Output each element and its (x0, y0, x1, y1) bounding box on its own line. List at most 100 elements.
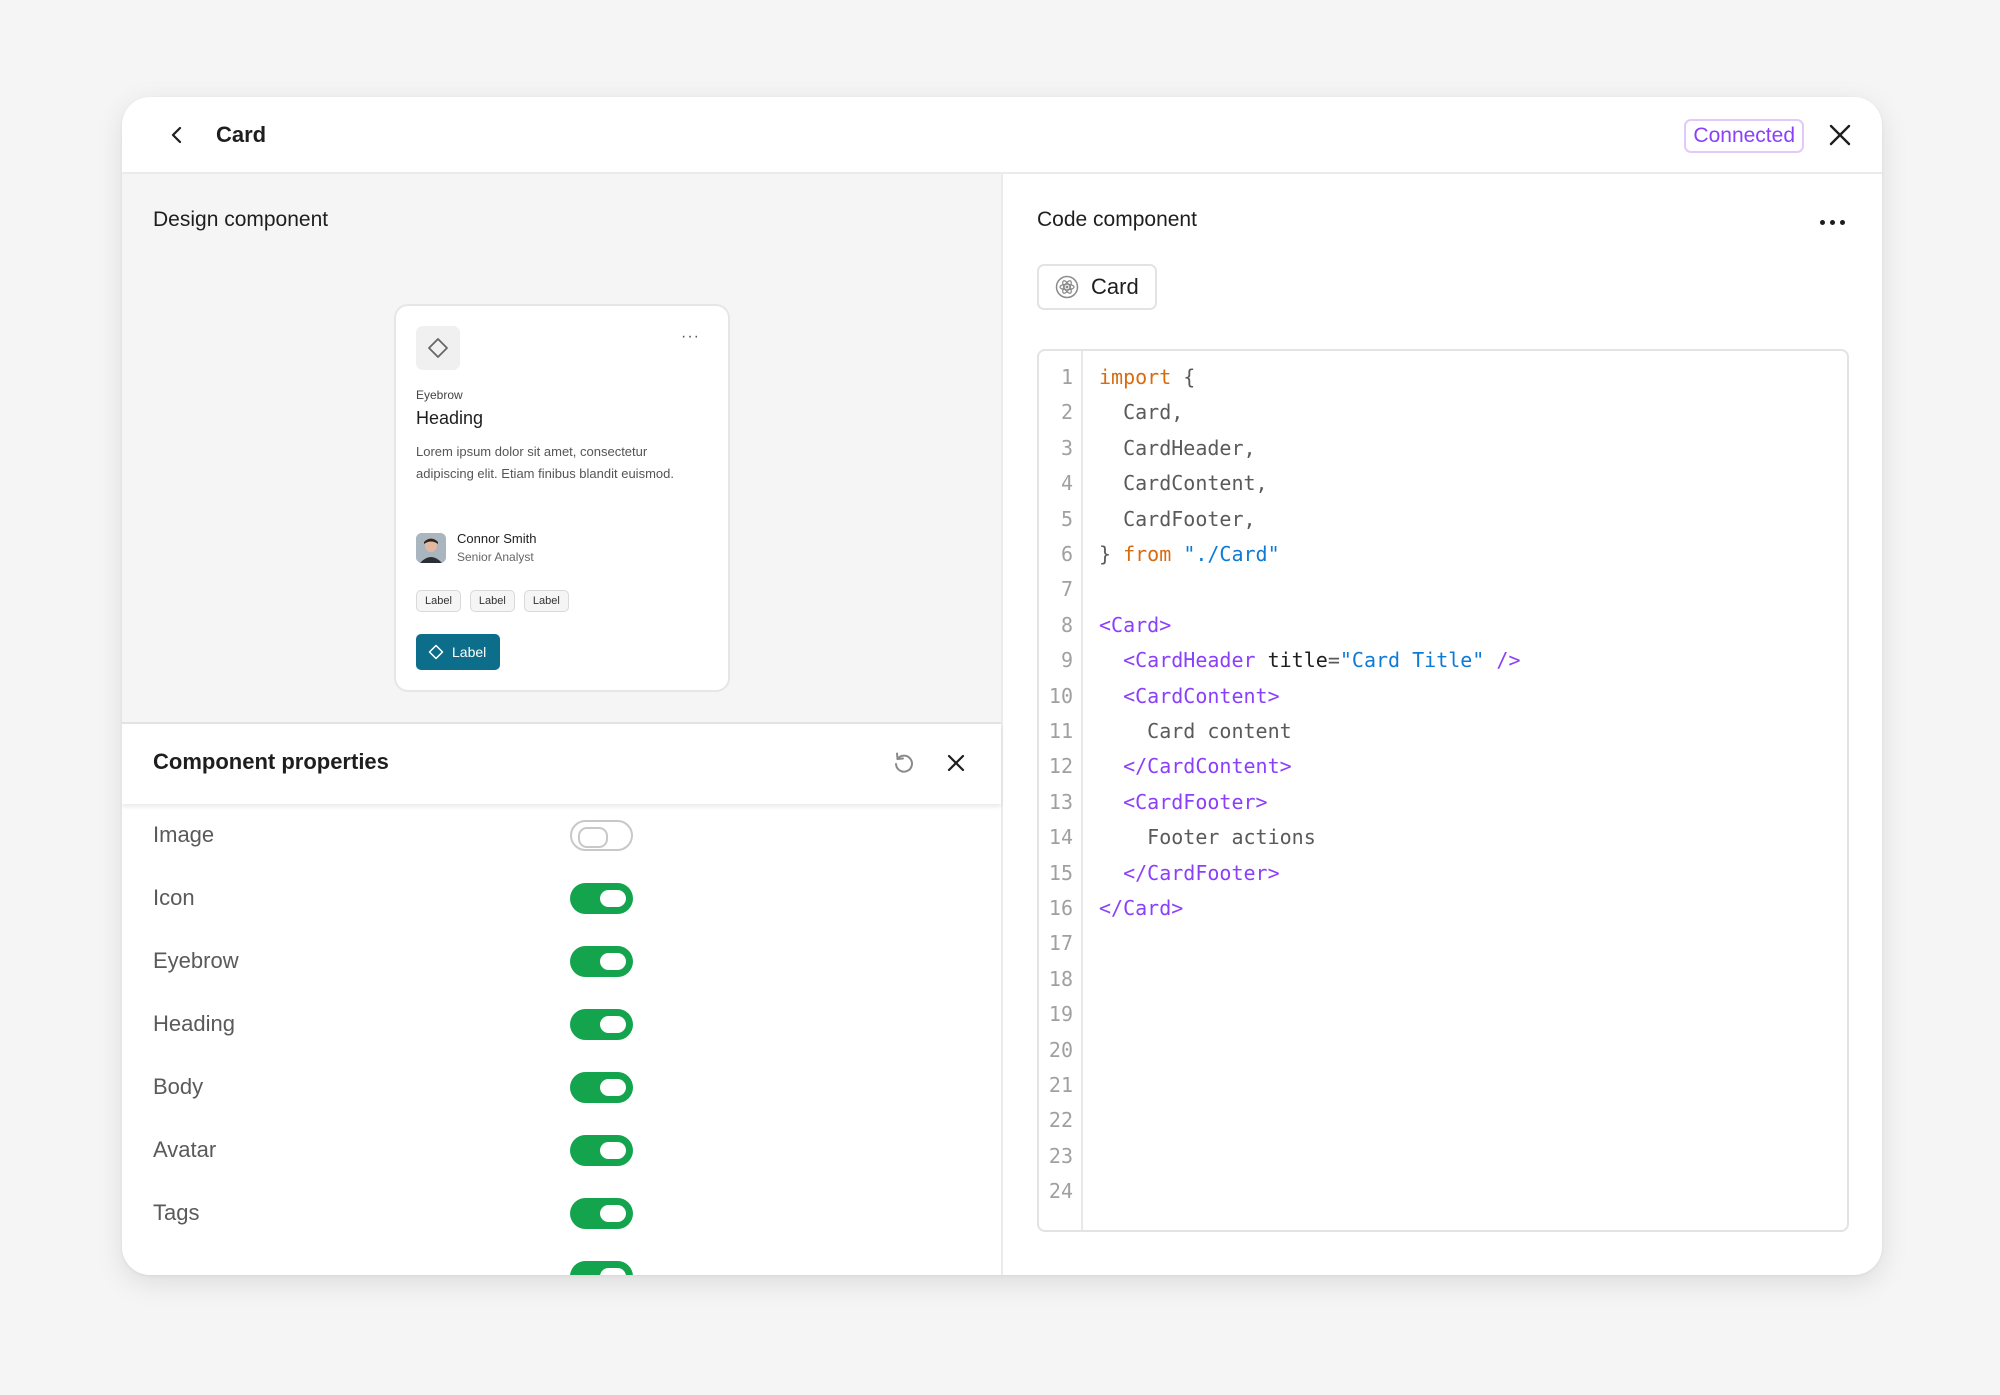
code-line: 20 (1039, 1033, 1847, 1068)
line-number: 24 (1048, 1179, 1073, 1204)
line-number: 15 (1048, 860, 1073, 885)
card-body: Lorem ipsum dolor sit amet, consectetur … (416, 444, 674, 481)
code-line: 14 Footer actions (1039, 820, 1847, 855)
line-number: 18 (1048, 966, 1073, 991)
more-options-button[interactable] (1812, 210, 1852, 234)
reset-properties-button[interactable] (889, 748, 919, 778)
card-tag: Label (416, 590, 461, 612)
code-token: Card, (1099, 400, 1184, 425)
code-text: Footer actions (1099, 820, 1316, 855)
line-number: 19 (1048, 1002, 1073, 1027)
icon-toggle[interactable] (570, 883, 633, 914)
close-window-button[interactable] (1822, 117, 1858, 153)
line-number: 3 (1060, 435, 1073, 460)
line-number: 16 (1048, 896, 1073, 920)
code-component-chip[interactable]: Card (1037, 264, 1157, 310)
code-line: 8 <Card> (1039, 608, 1847, 643)
card-primary-button[interactable]: Label (416, 634, 501, 670)
code-line: 10 <CardContent> (1039, 679, 1847, 714)
property-row-image: Image (122, 806, 1001, 869)
code-text: </Card> (1099, 891, 1183, 926)
line-number: 1 (1060, 365, 1073, 389)
toggle-knob (600, 1016, 626, 1033)
code-line: 19 (1039, 997, 1847, 1032)
code-text: <Card> (1099, 608, 1171, 643)
card-preview[interactable]: ··· Eyebrow Heading Lorem ipsum dolor si… (394, 304, 730, 692)
code-line: 1 import { (1039, 360, 1847, 395)
avatar-portrait-icon (416, 533, 446, 563)
code-editor[interactable]: 1 import {2 Card, 3 CardHeader, 4 CardConte… (1037, 349, 1849, 1232)
heading-toggle[interactable] (570, 1009, 633, 1040)
code-line: 23 (1039, 1139, 1847, 1174)
code-text: <CardFooter> (1099, 785, 1268, 820)
toggle-knob (600, 890, 626, 907)
card-tags: Label Label Label (416, 590, 569, 612)
code-line: 2 Card, (1039, 395, 1847, 430)
line-number: 22 (1048, 1108, 1073, 1133)
code-line: 18 (1039, 962, 1847, 997)
card-author-role: Senior Analyst (457, 550, 534, 564)
tags-toggle[interactable] (570, 1198, 633, 1229)
line-number: 4 (1060, 471, 1073, 496)
property-label: Eyebrow (153, 948, 239, 973)
status-badge: Connected (1684, 119, 1804, 153)
line-number: 11 (1048, 719, 1073, 743)
react-icon (1055, 275, 1079, 299)
code-token: import (1099, 365, 1172, 389)
body-toggle[interactable] (570, 1072, 633, 1103)
code-token: <CardHeader (1123, 648, 1256, 673)
line-number: 7 (1060, 577, 1073, 602)
code-token: </CardFooter> (1123, 860, 1280, 885)
code-line: 24 (1039, 1174, 1847, 1209)
properties-list[interactable]: Image Icon Eyebrow Heading Body Avatar T… (122, 806, 1001, 1275)
code-token: Footer actions (1099, 825, 1316, 850)
close-icon (947, 754, 965, 772)
code-line: 4 CardContent, (1039, 466, 1847, 501)
diamond-icon (428, 644, 444, 660)
card-more-icon[interactable]: ··· (681, 328, 700, 346)
line-number: 10 (1048, 683, 1073, 708)
toggle-knob (600, 1142, 626, 1159)
code-token: </CardContent> (1123, 754, 1292, 779)
close-icon (1829, 124, 1851, 146)
dot (1829, 219, 1835, 225)
code-text: CardContent, (1099, 466, 1268, 501)
eyebrow-toggle[interactable] (570, 946, 633, 977)
code-line: 11 Card content (1039, 714, 1847, 749)
code-token: CardContent, (1099, 471, 1268, 496)
code-pane: Code component Card 1 import {2 Card, 3 Ca… (1003, 174, 1882, 1275)
dot (1819, 219, 1825, 225)
partial-toggle[interactable] (570, 1261, 633, 1275)
design-pane: Design component ··· Eyebrow Heading Lor… (122, 174, 1003, 1275)
code-line: 21 (1039, 1068, 1847, 1103)
card-primary-button-label: Label (452, 644, 487, 660)
property-label: Tags (153, 1200, 200, 1225)
property-row-partial (122, 1247, 1001, 1275)
line-number: 17 (1048, 931, 1073, 956)
code-text: } from "./Card" (1099, 537, 1280, 572)
code-line: 22 (1039, 1103, 1847, 1138)
property-label: Icon (153, 885, 195, 910)
toggle-knob (600, 1079, 626, 1096)
card-heading: Heading (416, 408, 484, 428)
image-toggle[interactable] (570, 820, 633, 851)
property-label: Image (153, 822, 215, 847)
design-preview-area: Design component ··· Eyebrow Heading Lor… (122, 174, 1001, 724)
avatar-toggle[interactable] (570, 1135, 633, 1166)
code-line: 7 (1039, 572, 1847, 607)
close-properties-button[interactable] (941, 748, 971, 778)
code-text: </CardFooter> (1099, 856, 1280, 891)
code-token: <CardContent> (1123, 683, 1280, 708)
property-row-eyebrow: Eyebrow (122, 932, 1001, 995)
line-number: 13 (1048, 789, 1073, 814)
code-token: Card content (1099, 719, 1292, 743)
code-token: <CardFooter> (1123, 789, 1268, 814)
back-button[interactable] (160, 118, 194, 152)
properties-title: Component properties (153, 749, 389, 774)
avatar (416, 533, 446, 563)
